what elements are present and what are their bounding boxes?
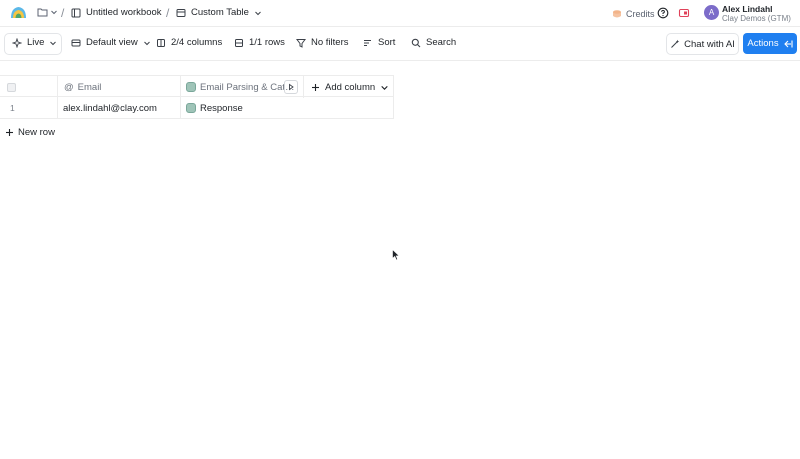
breadcrumb-separator: / — [61, 6, 65, 20]
add-column-button[interactable]: Add column — [311, 76, 389, 98]
credits-icon — [613, 9, 621, 17]
columns-icon — [157, 38, 165, 47]
select-all-checkbox[interactable] — [7, 76, 16, 98]
email-cell[interactable]: alex.lindahl@clay.com — [63, 97, 157, 119]
column-header-email[interactable]: @ Email — [64, 76, 101, 98]
user-name: Alex Lindahl — [722, 4, 773, 14]
chevron-down-icon — [255, 11, 261, 15]
filter-icon — [296, 38, 306, 48]
new-row-label: New row — [18, 127, 55, 138]
actions-button[interactable]: Actions — [743, 33, 797, 54]
column-label: Email — [77, 81, 102, 93]
response-cell[interactable]: Response — [186, 97, 243, 119]
mouse-cursor-icon — [392, 249, 400, 261]
rows-button[interactable]: 1/1 rows — [234, 37, 285, 48]
panel-collapse-icon — [783, 40, 793, 47]
credits-button[interactable]: Credits — [612, 0, 655, 27]
credits-label: Credits — [626, 8, 655, 19]
breadcrumb-table[interactable]: Custom Table — [176, 7, 262, 18]
view-icon — [71, 39, 81, 46]
search-button[interactable]: Search — [411, 37, 456, 48]
avatar[interactable]: A — [704, 5, 719, 20]
column-header-email-parsing[interactable]: Email Parsing & Cat… — [186, 76, 295, 98]
rows-icon — [235, 38, 243, 47]
sort-label: Sort — [378, 37, 396, 48]
table-toolbar: Live Default view 2/4 columns 1/1 rows N… — [0, 27, 800, 61]
chevron-down-icon — [381, 85, 388, 90]
workbook-title: Untitled workbook — [86, 7, 162, 18]
run-column-button[interactable] — [284, 80, 298, 94]
data-table: @ Email Email Parsing & Cat… Add column — [0, 75, 394, 119]
user-info[interactable]: Alex Lindahl Clay Demos (GTM) — [722, 4, 791, 24]
breadcrumb-workbook[interactable]: Untitled workbook — [71, 7, 162, 18]
magic-wand-icon — [671, 39, 680, 48]
sort-icon — [364, 39, 371, 46]
table-row[interactable]: 1 alex.lindahl@clay.com Response — [0, 97, 394, 119]
inbox-icon[interactable] — [678, 7, 690, 19]
chat-with-ai-button[interactable]: Chat with AI — [666, 33, 739, 55]
view-label: Default view — [86, 37, 138, 48]
search-label: Search — [426, 37, 457, 48]
add-column-label: Add column — [325, 81, 376, 93]
live-button[interactable]: Live — [12, 37, 57, 48]
top-bar: / Untitled workbook / Custom Table Credi… — [0, 0, 800, 27]
search-icon — [411, 38, 421, 47]
live-label: Live — [27, 37, 45, 48]
sort-button[interactable]: Sort — [363, 37, 395, 48]
sparkle-icon — [12, 37, 22, 48]
table-header-row: @ Email Email Parsing & Cat… Add column — [0, 75, 394, 98]
folder-icon — [37, 8, 48, 17]
new-row-button[interactable]: New row — [5, 127, 55, 138]
columns-button[interactable]: 2/4 columns — [156, 37, 222, 48]
columns-label: 2/4 columns — [171, 37, 223, 48]
enrichment-icon — [186, 103, 196, 113]
help-icon[interactable] — [657, 7, 669, 19]
at-icon: @ — [64, 81, 74, 93]
plus-icon — [6, 129, 13, 136]
chevron-down-icon — [50, 41, 57, 45]
breadcrumb-separator: / — [166, 6, 170, 20]
chat-label: Chat with AI — [684, 38, 735, 50]
checkbox[interactable] — [7, 82, 16, 92]
chevron-down-icon — [143, 41, 150, 45]
table-title: Custom Table — [191, 7, 249, 18]
actions-label: Actions — [747, 38, 779, 49]
response-label: Response — [200, 102, 243, 114]
chevron-down-icon — [51, 10, 57, 15]
folder-menu[interactable] — [37, 7, 58, 17]
plus-icon — [312, 83, 319, 91]
clay-logo[interactable] — [10, 5, 27, 20]
workbook-icon — [71, 8, 81, 17]
row-index: 1 — [10, 103, 15, 113]
rows-label: 1/1 rows — [249, 37, 285, 48]
filter-button[interactable]: No filters — [296, 37, 348, 48]
table-icon — [176, 8, 186, 17]
user-org: Clay Demos (GTM) — [722, 14, 791, 23]
view-selector[interactable]: Default view — [71, 37, 151, 48]
filter-label: No filters — [311, 37, 349, 48]
play-icon — [289, 83, 294, 91]
enrichment-icon — [186, 82, 196, 92]
column-label: Email Parsing & Cat… — [200, 81, 295, 93]
